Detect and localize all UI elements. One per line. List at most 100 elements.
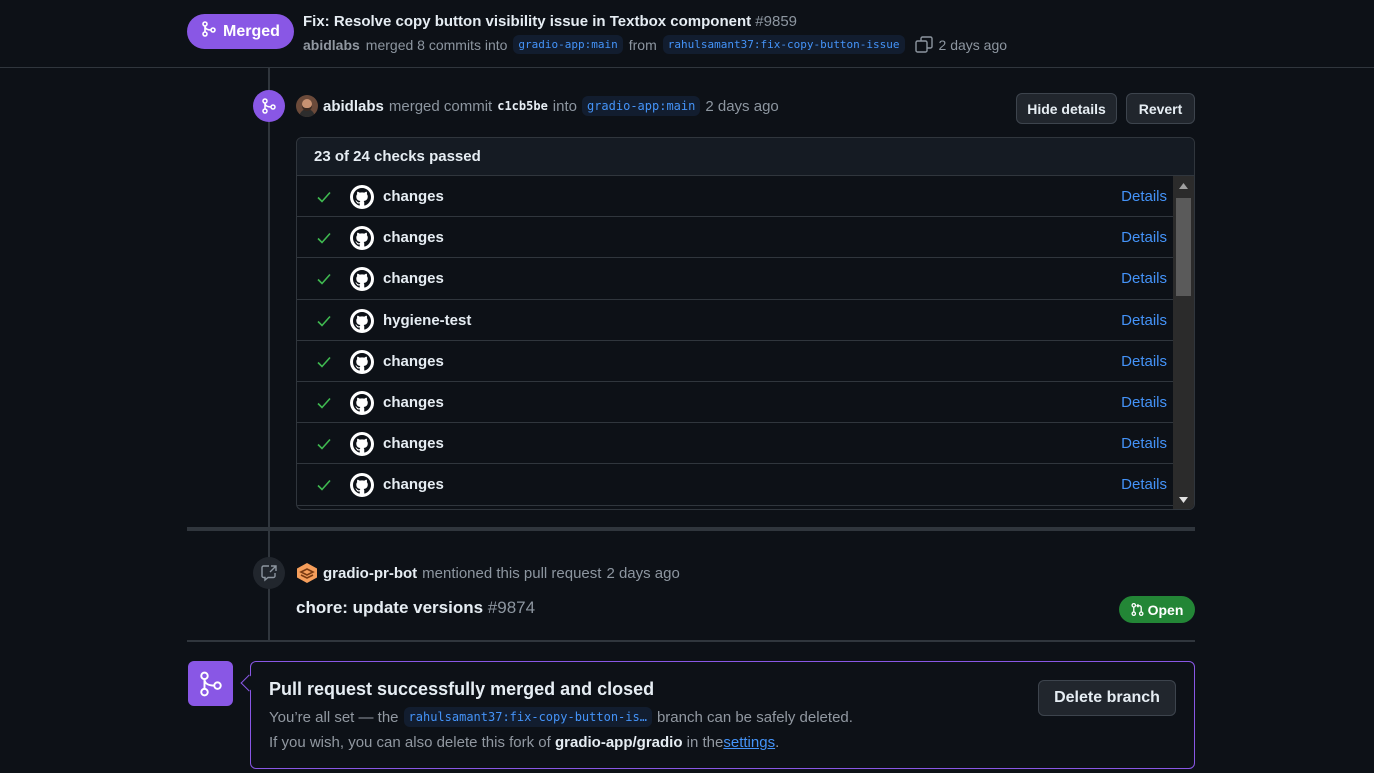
line2-end: . [775,734,780,751]
check-details-link[interactable]: Details [1121,476,1167,493]
mention-user[interactable]: gradio-pr-bot [323,565,417,582]
revert-button[interactable]: Revert [1126,93,1195,124]
open-status-label: Open [1147,601,1184,618]
merged-status-badge: Merged [187,14,294,49]
referenced-pr-title[interactable]: chore: update versions [296,598,483,617]
check-row: changes Details [297,217,1173,259]
checks-summary: 23 of 24 checks passed [297,138,1194,176]
check-details-link[interactable]: Details [1121,435,1167,452]
scroll-thumb[interactable] [1176,198,1191,296]
check-name: hygiene-test [383,311,472,329]
into-text: into [552,97,577,115]
check-details-link[interactable]: Details [1121,394,1167,411]
github-icon [350,473,374,498]
check-row: changes Details [297,176,1173,218]
github-icon [350,308,374,333]
check-success-icon [317,478,331,494]
github-icon [350,267,374,292]
merge-branch[interactable]: gradio-app:main [581,96,701,116]
mention-text: mentioned this pull request [422,564,602,582]
github-icon [350,432,374,457]
check-row: changes Details [297,423,1173,465]
hide-details-button[interactable]: Hide details [1016,93,1117,124]
check-name: changes [383,476,444,494]
checks-scrollbar[interactable] [1173,176,1194,509]
merged-status-label: Merged [223,22,280,40]
github-icon [350,349,374,374]
check-details-link[interactable]: Details [1121,312,1167,329]
checks-list[interactable]: changes Details changes Details changes Detai… [297,176,1173,506]
line1-pre: You’re all set — the [269,708,399,726]
github-icon [350,390,374,415]
open-status-badge: Open [1119,596,1195,623]
section-divider [187,527,1195,531]
check-details-link[interactable]: Details [1121,270,1167,287]
check-details-link[interactable]: Details [1121,188,1167,205]
check-success-icon [317,231,331,247]
deletable-branch[interactable]: rahulsamant37:fix-copy-button-is… [403,707,652,727]
merge-icon [201,21,217,42]
referenced-pr-number: #9874 [487,598,536,617]
github-icon [350,185,374,209]
merge-event-line: abidlabs merged commit c1cb5be into grad… [296,95,779,117]
scroll-up-icon [1179,183,1188,189]
merged-box-title: Pull request successfully merged and clo… [269,679,655,699]
check-success-icon [317,437,331,453]
pr-title: Fix: Resolve copy button visibility issu… [303,13,797,30]
check-row: changes Details [297,382,1173,424]
pr-subtitle: abidlabs merged 8 commits into gradio-ap… [303,35,1007,54]
cross-reference-icon [253,557,285,589]
check-name: changes [383,352,444,370]
pr-title-text: Fix: Resolve copy button visibility issu… [303,13,752,30]
header-divider [0,67,1374,68]
check-success-icon [317,355,331,371]
check-success-icon [317,314,331,330]
line2-mid: in the [686,734,724,751]
pr-author[interactable]: abidlabs [303,37,360,53]
timeline-line [268,68,270,527]
avatar[interactable] [296,95,318,117]
check-name: changes [383,435,444,453]
head-branch[interactable]: rahulsamant37:fix-copy-button-issue [662,35,905,54]
check-name: changes [383,270,444,288]
check-success-icon [317,272,331,288]
settings-link[interactable]: settings [723,734,775,751]
pr-time: 2 days ago [938,36,1008,53]
merge-action: merged commit [388,97,493,115]
repo-name: gradio-app/gradio [555,734,683,751]
github-icon [350,226,374,251]
check-success-icon [317,190,331,206]
section-divider [187,640,1195,642]
merge-time: 2 days ago [705,97,779,115]
check-row: hygiene-test Details [297,300,1173,341]
checks-panel: 23 of 24 checks passed changes Details cha… [296,137,1195,510]
bot-avatar[interactable] [296,562,318,584]
check-row: changes Details [297,341,1173,382]
mention-time: 2 days ago [606,564,680,582]
pr-number: #9859 [755,13,798,30]
check-name: changes [383,229,444,247]
pull-request-icon [1131,603,1144,616]
copy-icon[interactable] [914,35,933,54]
merged-box-line1: You’re all set — the rahulsamant37:fix-c… [269,707,853,727]
merged-box-line2: If you wish, you can also delete this fo… [269,734,779,751]
check-row: changes Details [297,464,1173,506]
commit-sha[interactable]: c1cb5be [497,99,548,113]
line1-post: branch can be safely deleted. [656,708,853,726]
check-details-link[interactable]: Details [1121,229,1167,246]
base-branch[interactable]: gradio-app:main [513,35,623,54]
referenced-pr[interactable]: chore: update versions #9874 [296,598,535,618]
merged-box-icon [188,661,233,706]
check-name: changes [383,393,444,411]
line2-pre: If you wish, you can also delete this fo… [269,734,551,751]
from-text: from [628,36,657,53]
check-row: changes Details [297,258,1173,300]
check-success-icon [317,396,331,412]
merge-user[interactable]: abidlabs [323,98,384,115]
delete-branch-button[interactable]: Delete branch [1038,680,1176,716]
scroll-down-icon [1179,497,1188,503]
check-details-link[interactable]: Details [1121,353,1167,370]
check-name: changes [383,188,444,205]
merged-text: merged 8 commits into [365,36,508,53]
merge-event-icon [253,90,285,122]
